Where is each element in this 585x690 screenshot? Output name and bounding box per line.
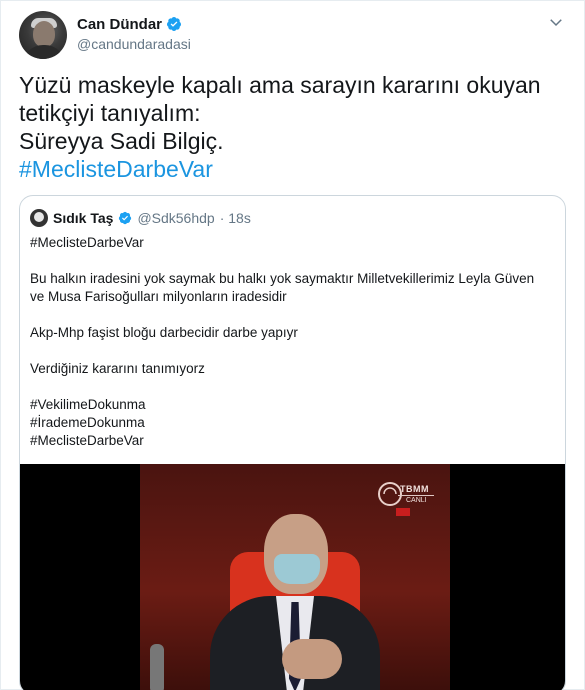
quoted-author-handle[interactable]: @Sdk56hdp <box>137 210 214 226</box>
display-name-row: Can Dündar <box>77 14 191 34</box>
quoted-paragraph: Akp-Mhp faşist bloğu darbecidir darbe ya… <box>30 325 298 340</box>
tweet-card: Can Dündar @candundaradasi Yüzü maskeyle… <box>0 0 585 690</box>
quoted-tags: #VekilimeDokunma #İrademeDokunma #Meclis… <box>30 396 550 450</box>
tbmm-live-label: CANLI <box>406 497 427 504</box>
avatar-body <box>23 45 65 59</box>
tbmm-logo-icon <box>378 482 410 516</box>
author-handle[interactable]: @candundaradasi <box>77 36 191 52</box>
chevron-down-icon[interactable] <box>547 13 565 31</box>
tweet-text: Yüzü maskeyle kapalı ama sarayın kararın… <box>19 71 567 183</box>
author-names: Can Dündar @candundaradasi <box>77 14 191 53</box>
author-display-name[interactable]: Can Dündar <box>77 16 162 33</box>
quoted-paragraph: #MeclisteDarbeVar <box>30 235 144 250</box>
speaker-hands <box>282 639 342 679</box>
verified-badge-icon <box>119 211 132 225</box>
video-scene: TBMM CANLI <box>140 464 450 690</box>
author-avatar[interactable] <box>19 11 67 59</box>
video-thumbnail[interactable]: TBMM CANLI <box>20 464 565 690</box>
quoted-hashtag: #VekilimeDokunma <box>30 397 146 412</box>
tweet-text-line: tetikçiyi tanıyalım: <box>19 100 201 126</box>
quoted-hashtag: #İrademeDokunma <box>30 415 145 430</box>
microphone <box>150 644 164 690</box>
quoted-paragraph: Bu halkın iradesini yok saymak bu halkı … <box>30 271 535 304</box>
tbmm-logo-text: TBMM <box>400 484 429 494</box>
quoted-tweet-time[interactable]: · 18s <box>220 210 251 226</box>
avatar-face <box>33 21 55 47</box>
tweet-text-line: Yüzü maskeyle kapalı ama sarayın kararın… <box>19 72 541 98</box>
quoted-author-name[interactable]: Sıdık Taş <box>53 210 113 226</box>
tbmm-divider <box>398 495 434 496</box>
quoted-tweet[interactable]: Sıdık Taş @Sdk56hdp · 18s #MeclisteDarbe… <box>19 195 566 690</box>
quoted-tweet-body: #MeclisteDarbeVar Bu halkın iradesini yo… <box>30 234 550 450</box>
quoted-author-avatar[interactable] <box>30 209 48 227</box>
tweet-hashtag-link[interactable]: #MeclisteDarbeVar <box>19 155 567 183</box>
quoted-tweet-header: Sıdık Taş @Sdk56hdp · 18s <box>30 208 251 228</box>
quoted-paragraph: Verdiğiniz kararını tanımıyorz <box>30 361 205 376</box>
quoted-hashtag: #MeclisteDarbeVar <box>30 433 144 448</box>
verified-badge-icon <box>167 17 182 31</box>
face-mask <box>274 554 320 584</box>
tweet-text-line: Süreyya Sadi Bilgiç. <box>19 128 224 154</box>
tweet-header: Can Dündar @candundaradasi <box>19 11 569 59</box>
